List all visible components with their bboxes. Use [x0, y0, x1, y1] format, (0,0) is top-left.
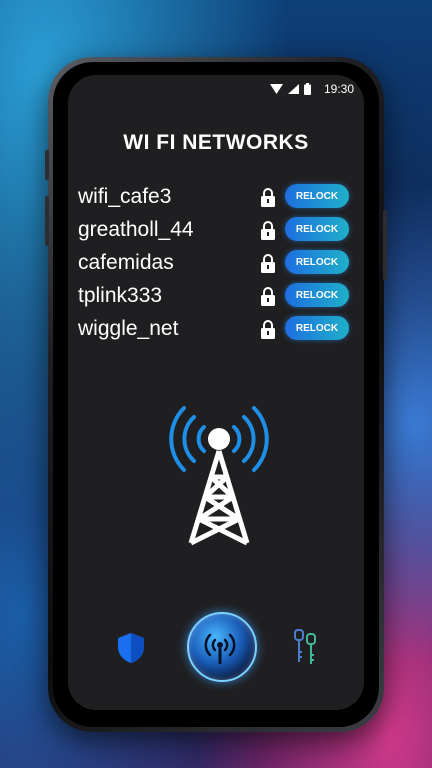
network-row: wiggle_net RELOCK [78, 312, 354, 345]
relock-button[interactable]: RELOCK [285, 184, 349, 208]
network-row: tplink333 RELOCK [78, 279, 354, 312]
relock-button[interactable]: RELOCK [285, 217, 349, 241]
lock-icon [261, 287, 275, 306]
phone-side-button [45, 196, 49, 246]
page-title: WI FI NETWORKS [123, 131, 309, 154]
lock-icon [261, 254, 275, 273]
app-screen: 19:30 WI FI NETWORKS wifi_cafe3 RELOCK g… [68, 75, 364, 710]
status-time: 19:30 [323, 82, 354, 96]
battery-icon [303, 83, 311, 95]
signal-icon [287, 84, 299, 94]
relock-button[interactable]: RELOCK [285, 250, 349, 274]
wifi-tower-icon [169, 406, 269, 546]
network-row: greatholl_44 RELOCK [78, 213, 354, 246]
wifi-status-icon [269, 84, 283, 94]
relock-button[interactable]: RELOCK [285, 283, 349, 307]
network-row: cafemidas RELOCK [78, 246, 354, 279]
status-bar: 19:30 [269, 81, 354, 97]
lock-icon [261, 188, 275, 207]
relock-button[interactable]: RELOCK [285, 316, 349, 340]
bottom-nav [68, 612, 364, 682]
lock-icon [261, 320, 275, 339]
network-row: wifi_cafe3 RELOCK [78, 180, 354, 213]
wifi-scan-icon [204, 633, 236, 664]
network-list: wifi_cafe3 RELOCK greatholl_44 RELOCK ca… [78, 180, 354, 345]
keys-icon[interactable] [292, 628, 318, 666]
lock-icon [261, 221, 275, 240]
phone-side-button [45, 150, 49, 180]
phone-side-button [383, 210, 387, 280]
wifi-scan-button[interactable] [187, 612, 257, 682]
shield-icon[interactable] [116, 632, 146, 664]
